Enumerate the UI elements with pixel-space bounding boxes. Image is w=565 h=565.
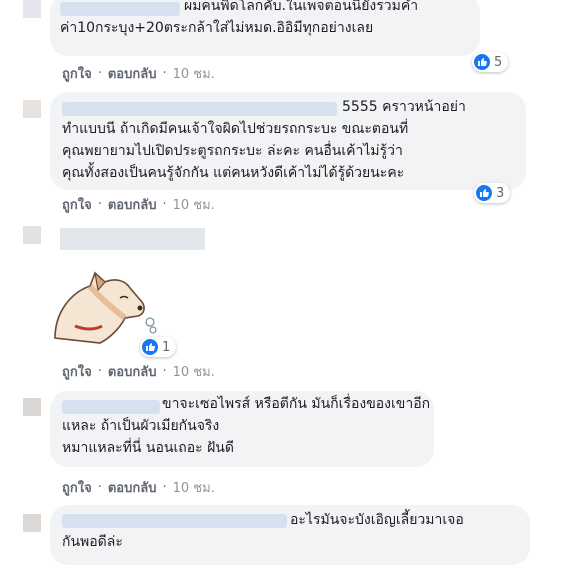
reaction-number: 1: [162, 339, 171, 355]
comment-text-line: กันพอดีล่ะ: [62, 534, 123, 550]
reaction-number: 5: [494, 54, 503, 70]
separator: ·: [97, 480, 102, 495]
timestamp[interactable]: 10 ชม.: [173, 477, 215, 498]
comment-bubble: ผมคนพิดโลกคับ.ในเพจตอนนี้ยังรวมคำ ค่า10ก…: [50, 0, 480, 56]
comment-text-line: ขาจะเซอไพรส์ หรือตีกัน มันก็เรื่องของเขา…: [162, 396, 431, 412]
like-link[interactable]: ถูกใจ: [62, 477, 92, 498]
like-link[interactable]: ถูกใจ: [62, 361, 92, 382]
dog-sticker: [54, 271, 157, 344]
comment-text-line: ทำแบบนี ถ้าเกิดมีคนเจ้าใจผิดไปช่วยรถกระบ…: [62, 121, 409, 137]
reaction-number: 3: [496, 185, 505, 201]
comment-bubble: ขาจะเซอไพรส์ หรือตีกัน มันก็เรื่องของเขา…: [50, 391, 434, 467]
avatar[interactable]: [23, 226, 41, 244]
like-icon: [474, 54, 490, 70]
avatar[interactable]: [23, 398, 41, 416]
reaction-count[interactable]: 3: [474, 183, 511, 203]
like-icon: [476, 185, 492, 201]
avatar[interactable]: [23, 514, 41, 532]
comment-text-line: อะไรมันจะบังเอิญเลี้ยวมาเจอ: [290, 512, 464, 528]
comment-actions: ถูกใจ · ตอบกลับ · 10 ชม.: [62, 194, 215, 215]
reply-link[interactable]: ตอบกลับ: [108, 477, 157, 498]
comment-bubble: อะไรมันจะบังเอิญเลี้ยวมาเจอ กันพอดีล่ะ: [50, 505, 530, 565]
comment-text-line: คุณพยายามไปเปิดประตูรถกระบะ ล่ะคะ คนอื่น…: [62, 143, 403, 159]
like-link[interactable]: ถูกใจ: [62, 194, 92, 215]
avatar[interactable]: [23, 100, 41, 118]
timestamp[interactable]: 10 ชม.: [173, 63, 215, 84]
like-icon: [142, 339, 158, 355]
redacted-name: [60, 2, 180, 16]
comment-text-line: ผมคนพิดโลกคับ.ในเพจตอนนี้ยังรวมคำ: [184, 0, 419, 14]
separator: ·: [97, 66, 102, 81]
reply-link[interactable]: ตอบกลับ: [108, 63, 157, 84]
comment-bubble: 5555 คราวหน้าอย่า ทำแบบนี ถ้าเกิดมีคนเจ้…: [50, 92, 526, 190]
comment-actions: ถูกใจ · ตอบกลับ · 10 ชม.: [62, 361, 215, 382]
separator: ·: [162, 197, 167, 212]
separator: ·: [97, 364, 102, 379]
separator: ·: [162, 66, 167, 81]
comment-text-line: แหละ ถ้าเป็นผัวเมียกันจริง: [62, 418, 220, 434]
avatar[interactable]: [23, 0, 41, 18]
comment-text-line: คุณทั้งสองเป็นคนรู้จักกัน แต่คนหวังดีเค้…: [62, 165, 405, 181]
timestamp[interactable]: 10 ชม.: [173, 361, 215, 382]
redacted-name: [62, 514, 287, 528]
redacted-name: [62, 102, 337, 116]
like-link[interactable]: ถูกใจ: [62, 63, 92, 84]
reply-link[interactable]: ตอบกลับ: [108, 194, 157, 215]
reaction-count[interactable]: 5: [472, 52, 509, 72]
separator: ·: [97, 197, 102, 212]
separator: ·: [162, 480, 167, 495]
comment-text-line: 5555 คราวหน้าอย่า: [342, 99, 466, 115]
comment-actions: ถูกใจ · ตอบกลับ · 10 ชม.: [62, 477, 215, 498]
comment-text-line: หมาแหละที่นี่ นอนเถอะ ฝันดี: [62, 440, 234, 456]
redacted-name: [62, 400, 160, 414]
separator: ·: [162, 364, 167, 379]
reaction-count[interactable]: 1: [140, 337, 177, 357]
timestamp[interactable]: 10 ชม.: [173, 194, 215, 215]
redacted-name: [60, 228, 205, 250]
comment-text-line: ค่า10กระบุง+20ตระกล้าใส่ไม่หมด.อิอิมีทุก…: [60, 20, 374, 36]
comment-actions: ถูกใจ · ตอบกลับ · 10 ชม.: [62, 63, 215, 84]
reply-link[interactable]: ตอบกลับ: [108, 361, 157, 382]
